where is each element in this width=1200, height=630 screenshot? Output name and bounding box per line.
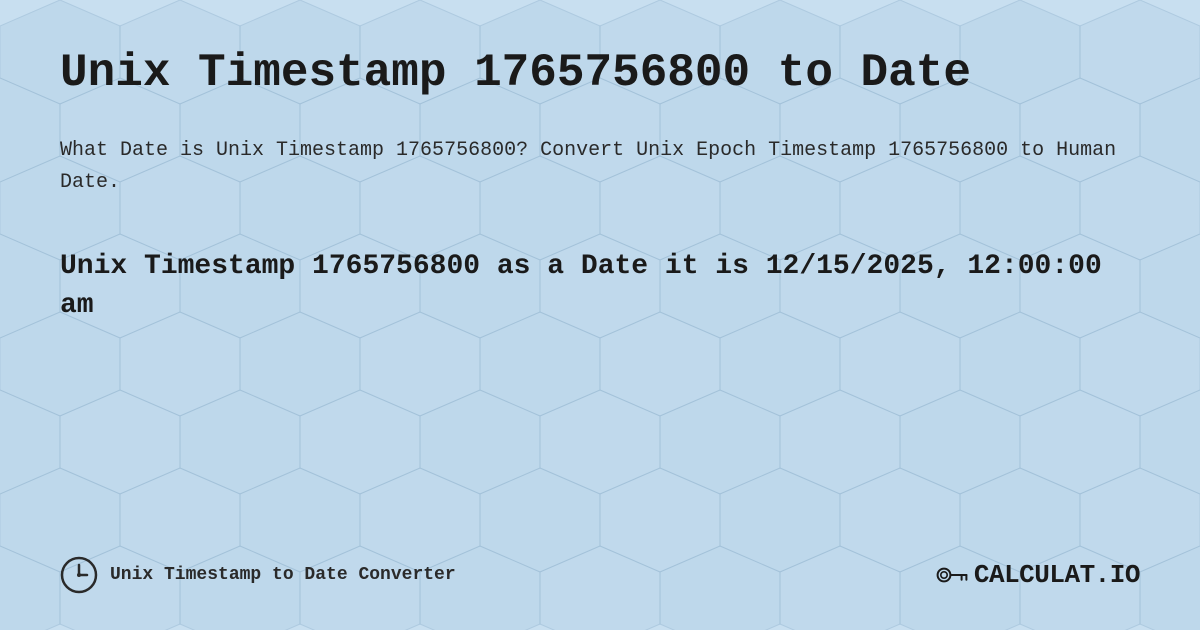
logo-icon	[936, 559, 968, 591]
footer-label: Unix Timestamp to Date Converter	[110, 565, 456, 585]
logo-text: CALCULAT.IO	[974, 560, 1140, 590]
page-title: Unix Timestamp 1765756800 to Date	[60, 48, 1140, 99]
footer-left: Unix Timestamp to Date Converter	[60, 556, 456, 594]
page-description: What Date is Unix Timestamp 1765756800? …	[60, 135, 1140, 199]
result-text: Unix Timestamp 1765756800 as a Date it i…	[60, 247, 1140, 325]
clock-icon	[60, 556, 98, 594]
footer: Unix Timestamp to Date Converter CALCULA…	[60, 536, 1140, 594]
result-section: Unix Timestamp 1765756800 as a Date it i…	[60, 247, 1140, 325]
logo: CALCULAT.IO	[936, 559, 1140, 591]
page-content: Unix Timestamp 1765756800 to Date What D…	[0, 0, 1200, 630]
